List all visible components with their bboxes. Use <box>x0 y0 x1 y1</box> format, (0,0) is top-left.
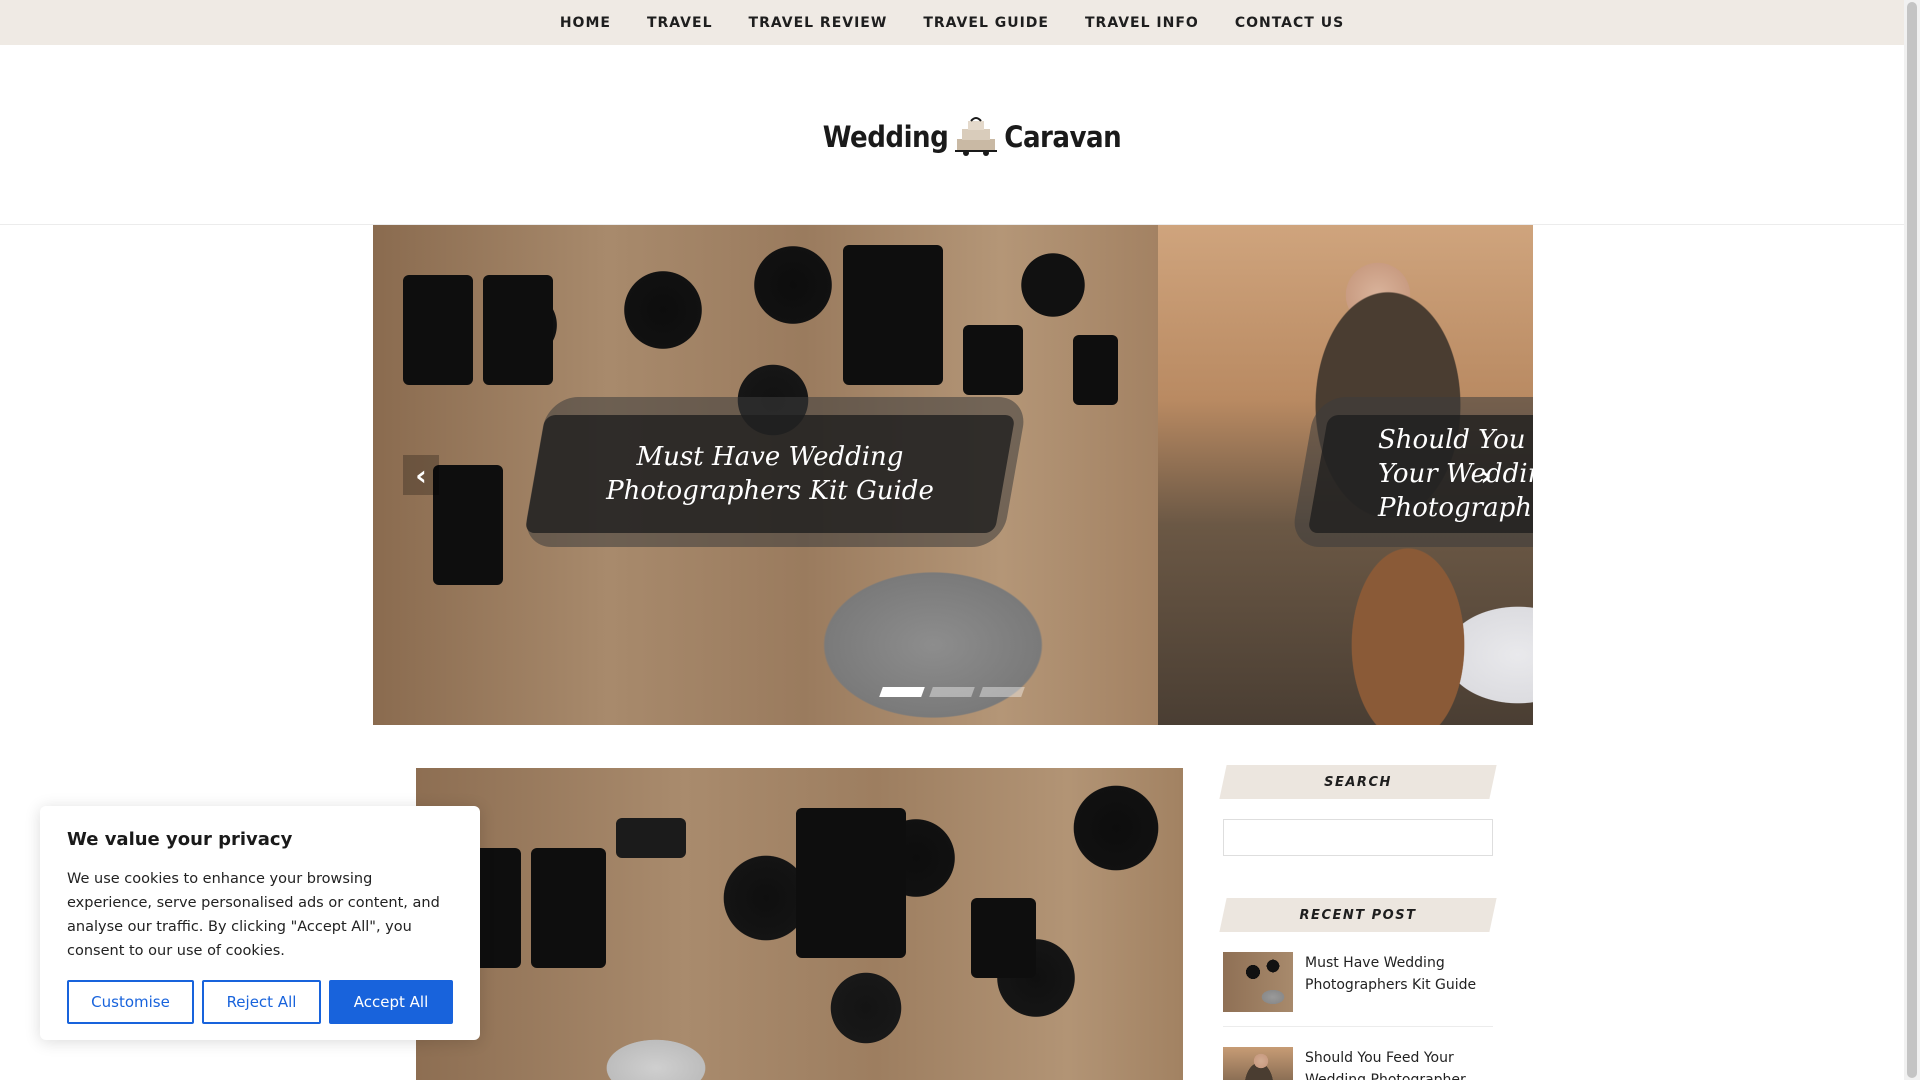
hero-slider: Must Have Wedding Photographers Kit Guid… <box>373 225 1533 725</box>
slider-dot-2[interactable] <box>929 687 975 697</box>
nav-travel[interactable]: TRAVEL <box>629 15 731 31</box>
slider-pagination <box>879 687 1025 697</box>
featured-post-image[interactable] <box>416 768 1183 1080</box>
search-widget-title: SEARCH <box>1223 765 1493 799</box>
recent-post-title[interactable]: Must Have Wedding Photographers Kit Guid… <box>1305 952 1493 1012</box>
slider-dot-1[interactable] <box>879 687 925 697</box>
top-navigation: HOME TRAVEL TRAVEL REVIEW TRAVEL GUIDE T… <box>0 0 1904 45</box>
recent-post-title[interactable]: Should You Feed Your Wedding Photographe… <box>1305 1047 1493 1080</box>
recent-post-widget-title: RECENT POST <box>1223 898 1493 932</box>
nav-travel-info[interactable]: TRAVEL INFO <box>1067 15 1217 31</box>
cookie-description: We use cookies to enhance your browsing … <box>67 871 440 959</box>
chevron-right-icon: › <box>1480 458 1492 492</box>
recent-post-item[interactable]: Must Have Wedding Photographers Kit Guid… <box>1223 952 1493 1027</box>
chevron-left-icon: ‹ <box>415 458 427 492</box>
sidebar: SEARCH RECENT POST Must Have Wedding Pho… <box>1223 765 1493 1080</box>
page-scrollbar[interactable] <box>1904 0 1920 1080</box>
search-input[interactable] <box>1223 819 1493 856</box>
nav-travel-guide[interactable]: TRAVEL GUIDE <box>905 15 1067 31</box>
accept-all-button[interactable]: Accept All <box>329 980 453 1024</box>
slider-prev-button[interactable]: ‹ <box>403 455 439 495</box>
cookie-consent-banner: We value your privacy We use cookies to … <box>40 806 480 1040</box>
recent-post-item[interactable]: Should You Feed Your Wedding Photographe… <box>1223 1047 1493 1080</box>
cookie-title: We value your privacy <box>67 829 293 850</box>
search-widget-heading: SEARCH <box>1324 774 1392 790</box>
recent-post-thumbnail[interactable] <box>1223 1047 1293 1080</box>
site-header: Wedding Caravan <box>0 45 1904 225</box>
caravan-cake-icon <box>955 116 998 156</box>
nav-travel-review[interactable]: TRAVEL REVIEW <box>731 15 906 31</box>
recent-post-heading: RECENT POST <box>1299 907 1417 923</box>
recent-post-thumbnail[interactable] <box>1223 952 1293 1012</box>
slider-dot-3[interactable] <box>979 687 1025 697</box>
nav-contact-us[interactable]: CONTACT US <box>1217 15 1362 31</box>
logo-text-left: Wedding <box>822 119 949 154</box>
slide-image-kit[interactable]: Must Have Wedding Photographers Kit Guid… <box>373 225 1158 725</box>
scrollbar-thumb[interactable] <box>1907 2 1917 1078</box>
nav-home[interactable]: HOME <box>542 15 629 31</box>
customise-button[interactable]: Customise <box>67 980 194 1024</box>
slider-next-button[interactable]: › <box>1468 455 1504 495</box>
site-logo[interactable]: Wedding Caravan <box>822 116 1122 157</box>
logo-text-right: Caravan <box>1004 119 1122 154</box>
slide-title: Must Have Wedding Photographers Kit Guid… <box>606 442 934 506</box>
slide-caption[interactable]: Must Have Wedding Photographers Kit Guid… <box>524 415 1016 533</box>
cookie-actions: Customise Reject All Accept All <box>67 980 453 1024</box>
reject-all-button[interactable]: Reject All <box>202 980 321 1024</box>
